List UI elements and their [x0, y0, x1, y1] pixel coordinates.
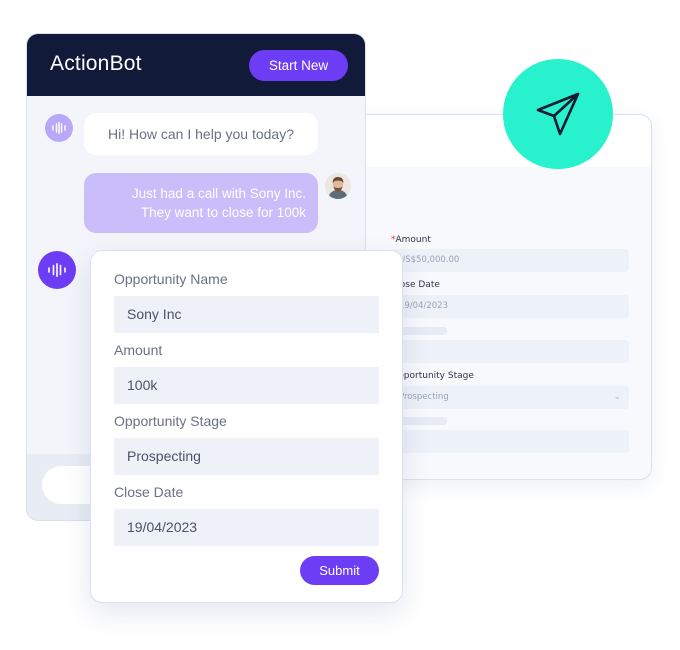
crm-amount-label-text: Amount — [395, 235, 431, 245]
crm-empty-field[interactable] — [391, 340, 629, 363]
opportunity-stage-label: Opportunity Stage — [114, 413, 227, 429]
crm-stage-select[interactable]: Prospecting ⌄ — [391, 386, 629, 409]
crm-stage-label: Opportunity Stage — [391, 371, 474, 381]
crm-empty-field-2[interactable] — [391, 430, 629, 453]
opportunity-name-field[interactable]: Sony Inc — [114, 296, 379, 333]
chevron-down-icon: ⌄ — [613, 392, 621, 402]
send-badge — [503, 59, 613, 169]
bot-message-bubble: Hi! How can I help you today? — [84, 113, 318, 155]
sound-wave-icon — [52, 122, 66, 134]
opportunity-form-card: Opportunity Name Sony Inc Amount 100k Op… — [90, 250, 403, 603]
user-face-icon — [325, 173, 351, 199]
amount-field[interactable]: 100k — [114, 367, 379, 404]
user-message-line: They want to close for 100k — [140, 205, 306, 220]
crm-amount-field[interactable]: US$50,000.00 — [391, 249, 629, 272]
close-date-label: Close Date — [114, 484, 184, 500]
sound-wave-icon — [48, 263, 66, 277]
submit-button[interactable]: Submit — [300, 556, 379, 585]
bot-avatar-active — [38, 251, 76, 289]
paper-plane-icon — [536, 92, 580, 136]
user-avatar — [325, 173, 351, 199]
crm-stage-value: Prospecting — [399, 392, 449, 402]
chat-title: ActionBot — [50, 52, 142, 75]
crm-close-date-field[interactable]: 19/04/2023 — [391, 295, 629, 318]
crm-amount-label: *Amount — [391, 235, 431, 245]
chat-header: ActionBot Start New — [27, 34, 365, 96]
amount-label: Amount — [114, 342, 163, 358]
opportunity-name-label: Opportunity Name — [114, 271, 228, 287]
opportunity-stage-field[interactable]: Prospecting — [114, 438, 379, 475]
bot-avatar — [45, 114, 73, 142]
user-message-line: Just had a call with Sony Inc. — [131, 186, 306, 201]
start-new-button[interactable]: Start New — [249, 50, 348, 81]
close-date-field[interactable]: 19/04/2023 — [114, 509, 379, 546]
user-message-bubble: Just had a call with Sony Inc. They want… — [84, 173, 318, 233]
